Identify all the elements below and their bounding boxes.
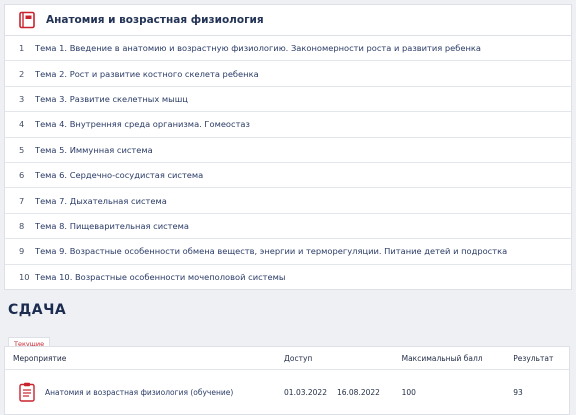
topic-link[interactable]: Тема 9. Возрастные особенности обмена ве… (35, 246, 571, 256)
topic-number: 4 (19, 119, 25, 130)
table-header: Мероприятие Доступ Максимальный балл Рез… (5, 347, 569, 370)
book-icon (18, 11, 36, 29)
topic-number: 2 (19, 68, 25, 79)
document-icon (19, 382, 35, 402)
topic-number: 9 (19, 246, 25, 257)
access-to: 16.08.2022 (336, 387, 380, 397)
topic-number: 1 (19, 43, 25, 54)
max-score-value: 100 (401, 387, 416, 397)
topic-link[interactable]: Тема 6. Сердечно-сосудистая система (35, 170, 571, 180)
submission-tabs: Текущие (8, 331, 51, 352)
topic-link[interactable]: Тема 7. Дыхательная система (35, 196, 571, 206)
topic-row[interactable]: 7 Тема 7. Дыхательная система (5, 188, 571, 214)
topic-link[interactable]: Тема 4. Внутренняя среда организма. Гоме… (35, 119, 571, 129)
topic-link[interactable]: Тема 10. Возрастные особенности мочеполо… (35, 272, 571, 282)
access-from: 01.03.2022 (284, 387, 327, 397)
topic-number: 7 (19, 195, 25, 206)
header-event: Мероприятие (13, 353, 67, 363)
topic-row[interactable]: 10 Тема 10. Возрастные особенности мочепо… (5, 265, 571, 289)
topic-number: 6 (19, 170, 25, 181)
topic-row[interactable]: 1 Тема 1. Введение в анатомию и возрастну… (5, 36, 571, 62)
course-card: Анатомия и возрастная физиология 1 Тема 1… (4, 4, 572, 290)
header-max-score: Максимальный балл (401, 353, 483, 363)
topic-number: 3 (19, 93, 25, 104)
topic-number: 10 (19, 271, 30, 282)
topic-row[interactable]: 5 Тема 5. Иммунная система (5, 138, 571, 163)
topic-list: 1 Тема 1. Введение в анатомию и возрастну… (5, 36, 571, 289)
topic-link[interactable]: Тема 5. Иммунная система (35, 145, 571, 155)
topic-link[interactable]: Тема 3. Развитие скелетных мышц (35, 94, 571, 104)
topic-link[interactable]: Тема 8. Пищеварительная система (35, 221, 571, 231)
results-table: Мероприятие Доступ Максимальный балл Рез… (4, 346, 570, 415)
event-cell: Анатомия и возрастная физиология (обучен… (5, 382, 284, 402)
course-title: Анатомия и возрастная физиология (46, 14, 264, 26)
topic-row[interactable]: 2 Тема 2. Рост и развитие костного скелет… (5, 61, 571, 87)
access-dates: 01.03.2022 16.08.2022 (284, 388, 402, 397)
topic-number: 8 (19, 220, 25, 231)
header-access: Доступ (284, 353, 313, 363)
event-link[interactable]: Анатомия и возрастная физиология (обучен… (45, 388, 233, 397)
topic-row[interactable]: 3 Тема 3. Развитие скелетных мышц (5, 87, 571, 113)
header-result: Результат (513, 353, 554, 363)
topic-row[interactable]: 4 Тема 4. Внутренняя среда организма. Гом… (5, 112, 571, 138)
submission-title: СДАЧА (8, 302, 67, 318)
topic-row[interactable]: 9 Тема 9. Возрастные особенности обмена в… (5, 239, 571, 265)
result-value: 93 (513, 387, 523, 397)
topic-row[interactable]: 6 Тема 6. Сердечно-сосудистая система (5, 163, 571, 189)
topic-link[interactable]: Тема 1. Введение в анатомию и возрастную… (35, 43, 571, 53)
table-row: Анатомия и возрастная физиология (обучен… (5, 370, 569, 414)
topic-row[interactable]: 8 Тема 8. Пищеварительная система (5, 214, 571, 240)
topic-link[interactable]: Тема 2. Рост и развитие костного скелета… (35, 69, 571, 79)
course-header: Анатомия и возрастная физиология (5, 5, 571, 36)
topic-number: 5 (19, 144, 25, 155)
